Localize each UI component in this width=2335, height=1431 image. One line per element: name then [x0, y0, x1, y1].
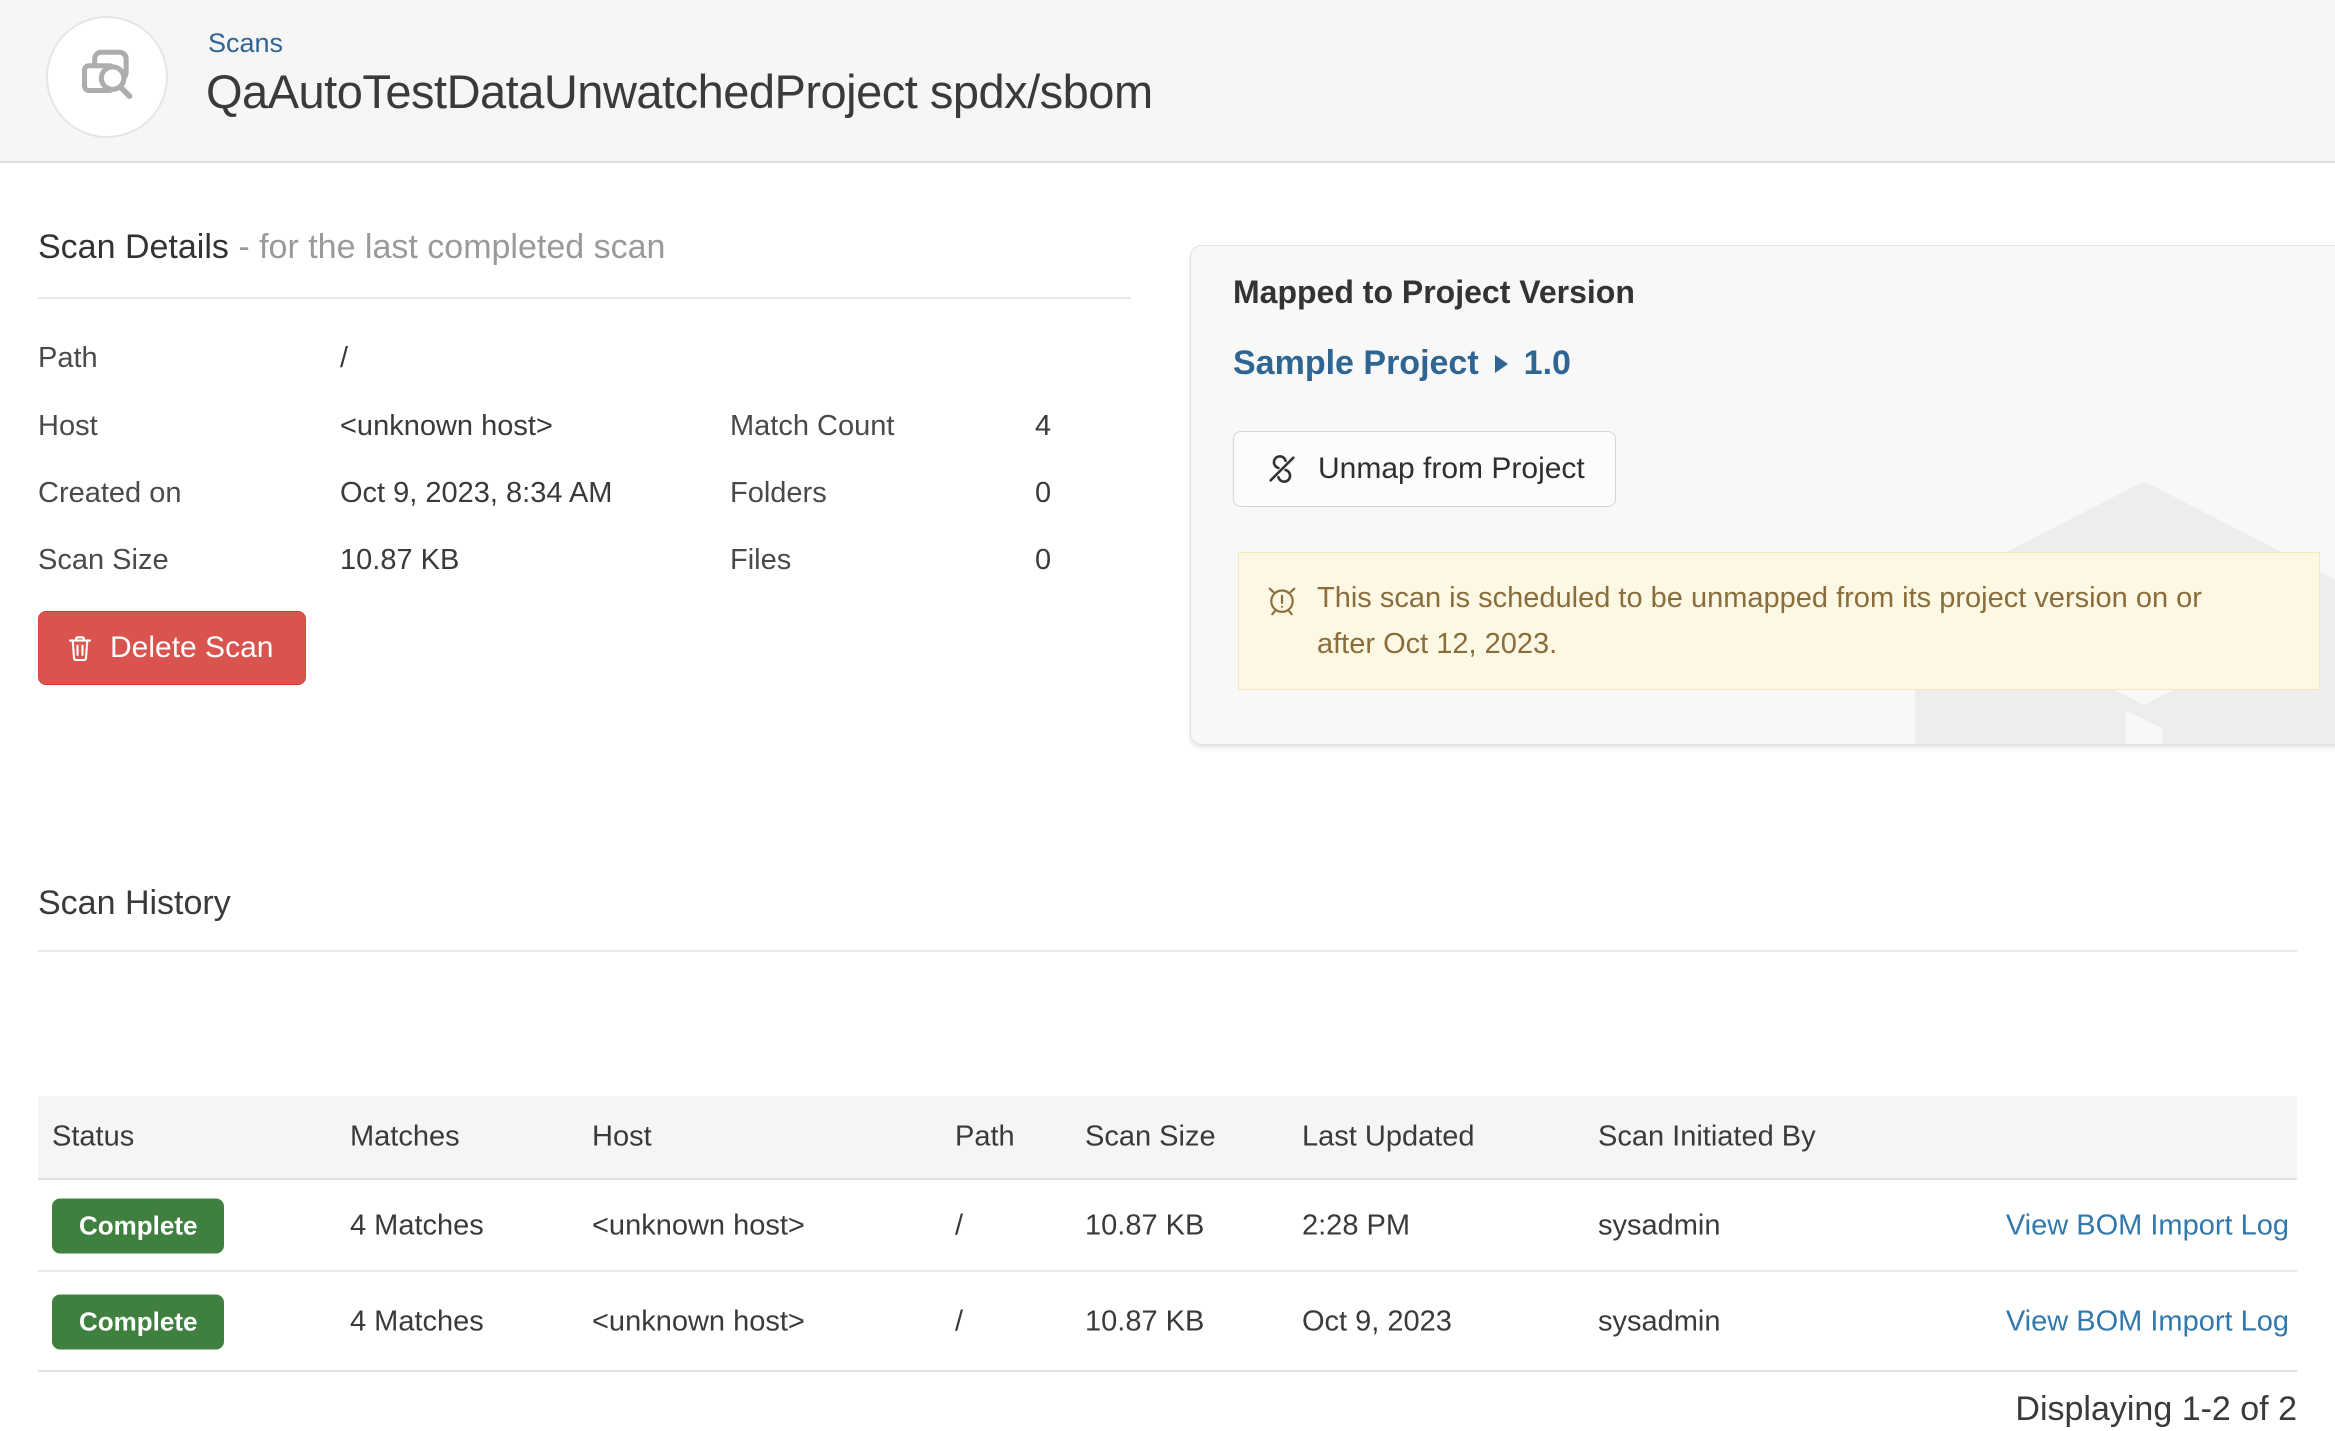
scan-history-table-header: Status Matches Host Path Scan Size Last …: [38, 1096, 2297, 1180]
status-badge: Complete: [52, 1199, 224, 1254]
field-host: Host: [38, 410, 98, 443]
delete-scan-label: Delete Scan: [110, 631, 273, 665]
field-files-value: 0: [1035, 544, 1051, 577]
host-cell: <unknown host>: [592, 1306, 805, 1339]
scan-size-cell: 10.87 KB: [1085, 1210, 1204, 1243]
field-folders: Folders: [730, 477, 827, 510]
status-cell: Complete: [52, 1199, 224, 1254]
matches-cell: 4 Matches: [350, 1210, 484, 1243]
trash-icon: [65, 633, 95, 663]
scan-size-cell: 10.87 KB: [1085, 1306, 1204, 1339]
table-row: Complete 4 Matches <unknown host> / 10.8…: [38, 1182, 2297, 1272]
matches-cell: 4 Matches: [350, 1306, 484, 1339]
scan-details-heading: Scan Details - for the last completed sc…: [38, 228, 665, 267]
unmap-button-label: Unmap from Project: [1318, 452, 1585, 486]
unlink-icon: [1264, 451, 1300, 487]
scan-history-heading: Scan History: [38, 884, 231, 923]
view-bom-import-log-link[interactable]: View BOM Import Log: [2006, 1210, 2289, 1243]
path-cell: /: [955, 1306, 963, 1339]
unmap-from-project-button[interactable]: Unmap from Project: [1233, 431, 1616, 507]
initiated-by-cell: sysadmin: [1598, 1306, 1721, 1339]
status-badge: Complete: [52, 1295, 224, 1350]
field-scan-size-value: 10.87 KB: [340, 544, 459, 577]
host-cell: <unknown host>: [592, 1210, 805, 1243]
paging-status: Displaying 1-2 of 2: [2015, 1390, 2297, 1429]
project-name: Sample Project: [1233, 344, 1479, 383]
breadcrumb-scans-link[interactable]: Scans: [208, 28, 283, 59]
status-cell: Complete: [52, 1295, 224, 1350]
page-title: QaAutoTestDataUnwatchedProject spdx/sbom: [206, 64, 1153, 119]
field-path-value: /: [340, 342, 348, 375]
scan-history-divider: [38, 950, 2297, 952]
column-status: Status: [52, 1121, 134, 1154]
scan-details-divider: [38, 297, 1131, 299]
delete-scan-button[interactable]: Delete Scan: [38, 611, 306, 685]
field-host-value: <unknown host>: [340, 410, 553, 443]
initiated-by-cell: sysadmin: [1598, 1210, 1721, 1243]
column-host: Host: [592, 1121, 652, 1154]
project-version: 1.0: [1524, 344, 1571, 383]
column-scan-initiated-by: Scan Initiated By: [1598, 1121, 1816, 1154]
field-scan-size: Scan Size: [38, 544, 169, 577]
column-scan-size: Scan Size: [1085, 1121, 1216, 1154]
mapped-panel-title: Mapped to Project Version: [1233, 274, 1635, 311]
scan-search-icon: [71, 41, 143, 113]
field-path: Path: [38, 342, 98, 375]
scan-details-subtitle: - for the last completed scan: [238, 228, 665, 266]
scan-avatar: [46, 16, 168, 138]
column-matches: Matches: [350, 1121, 460, 1154]
last-updated-cell: Oct 9, 2023: [1302, 1306, 1452, 1339]
column-last-updated: Last Updated: [1302, 1121, 1475, 1154]
path-cell: /: [955, 1210, 963, 1243]
field-created-on-value: Oct 9, 2023, 8:34 AM: [340, 477, 612, 510]
unmap-warning-text: This scan is scheduled to be unmapped fr…: [1317, 575, 2267, 667]
scan-details-title: Scan Details: [38, 228, 229, 266]
last-updated-cell: 2:28 PM: [1302, 1210, 1410, 1243]
field-match-count-value: 4: [1035, 410, 1051, 443]
field-created-on: Created on: [38, 477, 182, 510]
mapped-panel: Mapped to Project Version Sample Project…: [1190, 245, 2335, 745]
scan-detail-page: Scans QaAutoTestDataUnwatchedProject spd…: [0, 0, 2335, 1431]
column-path: Path: [955, 1121, 1015, 1154]
field-match-count: Match Count: [730, 410, 894, 443]
view-bom-import-log-link[interactable]: View BOM Import Log: [2006, 1306, 2289, 1339]
caret-right-icon: [1493, 353, 1510, 375]
field-folders-value: 0: [1035, 477, 1051, 510]
project-version-link[interactable]: Sample Project 1.0: [1233, 344, 1571, 383]
page-header: Scans QaAutoTestDataUnwatchedProject spd…: [0, 0, 2335, 163]
unmap-warning-alert: This scan is scheduled to be unmapped fr…: [1238, 552, 2320, 690]
field-files: Files: [730, 544, 791, 577]
alarm-clock-icon: [1263, 581, 1301, 619]
table-row: Complete 4 Matches <unknown host> / 10.8…: [38, 1274, 2297, 1372]
